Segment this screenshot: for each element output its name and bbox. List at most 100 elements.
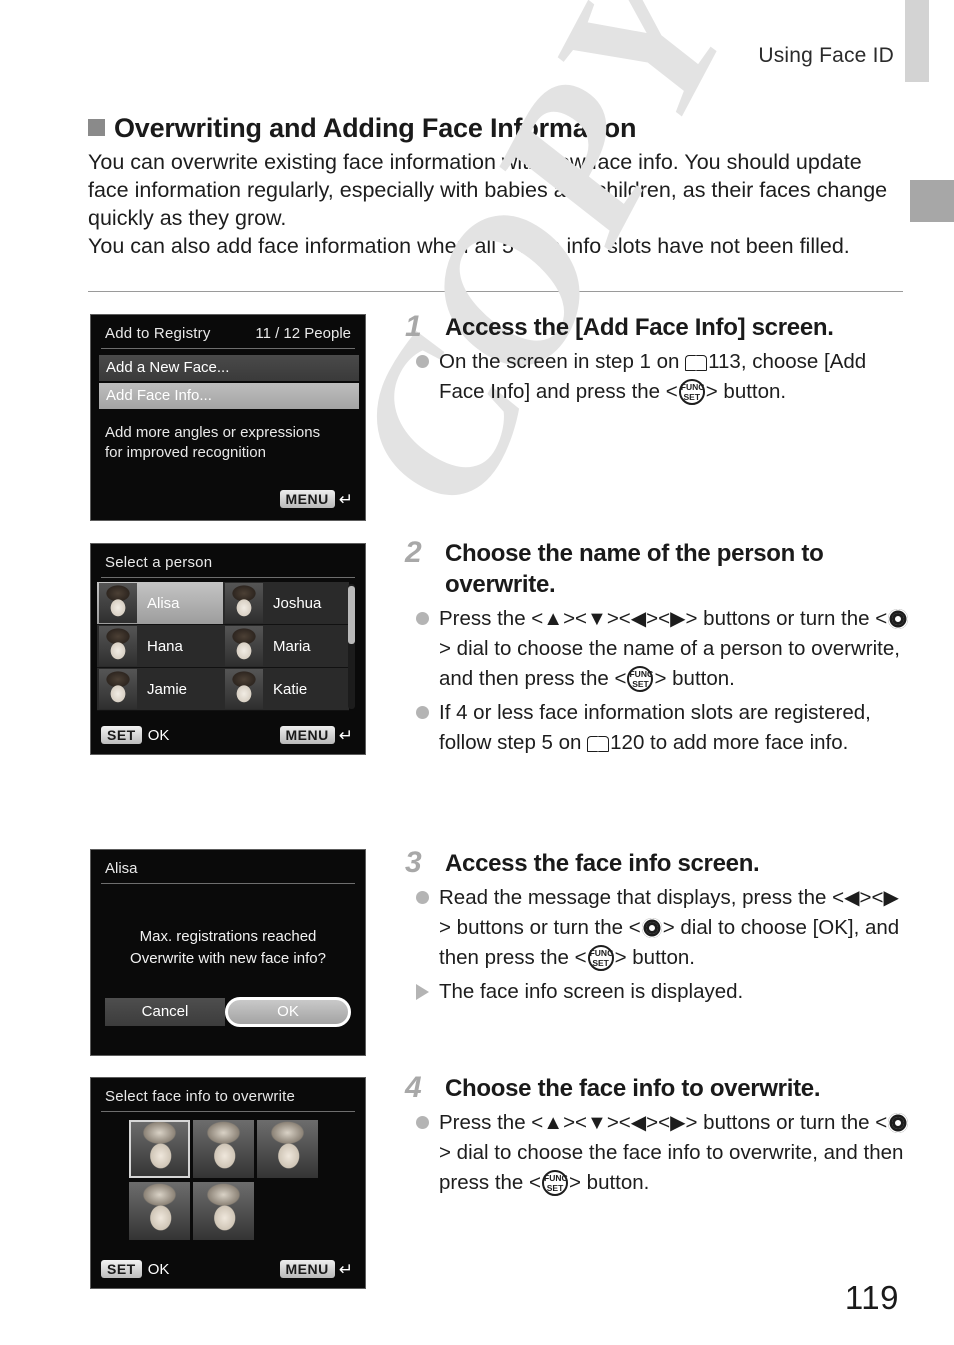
menu-badge-label: MENU bbox=[279, 1260, 335, 1278]
person-name: Alisa bbox=[147, 594, 180, 612]
set-badge[interactable]: SET OK bbox=[101, 726, 169, 744]
person-cell-maria[interactable]: Maria bbox=[223, 625, 349, 668]
heading-square-icon bbox=[88, 119, 105, 136]
cancel-button[interactable]: Cancel bbox=[105, 998, 225, 1026]
control-dial-icon bbox=[641, 918, 662, 938]
section-heading: Overwriting and Adding Face Information bbox=[88, 115, 636, 142]
step-3-bullets: Read the message that displays, press th… bbox=[405, 883, 910, 1007]
bullet-item: Read the message that displays, press th… bbox=[405, 883, 910, 973]
bullet-text-part: >< bbox=[563, 1111, 588, 1134]
bullet-item: Press the <▲><▼><◀><▶> buttons or turn t… bbox=[405, 1108, 910, 1198]
arrow-left-icon: ◀ bbox=[844, 887, 860, 909]
screen-title: Add to Registry bbox=[105, 325, 211, 342]
section-divider bbox=[88, 291, 903, 292]
bullet-text-part: > buttons or turn the < bbox=[439, 916, 641, 939]
bullet-text-part: > buttons or turn the < bbox=[685, 607, 888, 630]
bullet-text-part: > button. bbox=[705, 380, 787, 403]
person-thumbnail bbox=[225, 669, 263, 709]
func-set-icon: FUNC SET bbox=[627, 666, 654, 692]
edge-tab-dark bbox=[910, 180, 954, 222]
set-badge-label: SET bbox=[101, 1260, 142, 1278]
manual-page: Using Face ID COPY Overwriting and Addin… bbox=[0, 0, 954, 1345]
person-cell-alisa[interactable]: Alisa bbox=[97, 582, 223, 625]
person-name: Joshua bbox=[273, 594, 322, 612]
bullet-text-part: 120 to add more face info. bbox=[610, 731, 849, 754]
bullet-item: On the screen in step 1 on 113, choose [… bbox=[405, 347, 910, 407]
person-cell-jamie[interactable]: Jamie bbox=[97, 668, 223, 711]
set-badge-label: SET bbox=[101, 726, 142, 744]
func-label: FUNC bbox=[680, 382, 705, 392]
screen-title: Select a person bbox=[105, 554, 213, 571]
bullet-item: Press the <▲><▼><◀><▶> buttons or turn t… bbox=[405, 604, 910, 694]
screen-divider bbox=[101, 883, 355, 884]
arrow-down-icon: ▼ bbox=[587, 608, 607, 630]
screen-title: Select face info to overwrite bbox=[105, 1088, 296, 1105]
menu-item-add-face-info[interactable]: Add Face Info... bbox=[99, 383, 359, 409]
confirm-message-line-1: Max. registrations reached bbox=[139, 928, 317, 945]
set-label: SET bbox=[592, 958, 609, 968]
result-triangle-icon bbox=[416, 984, 429, 1000]
arrow-left-icon: ◀ bbox=[630, 1112, 647, 1134]
bullet-text-part: On the screen in step 1 on bbox=[439, 350, 686, 373]
intro-paragraph-1: You can overwrite existing face informat… bbox=[88, 150, 888, 230]
func-label: FUNC bbox=[629, 669, 654, 679]
set-badge[interactable]: SET OK bbox=[101, 1260, 169, 1278]
screen-description: Add more angles or expressions for impro… bbox=[105, 423, 320, 463]
set-badge-action: OK bbox=[147, 726, 170, 744]
step-number: 1 bbox=[405, 310, 422, 343]
face-info-thumbnail[interactable] bbox=[129, 1182, 190, 1240]
menu-item-add-new-face[interactable]: Add a New Face... bbox=[99, 355, 359, 381]
return-arrow-icon: ↵ bbox=[338, 725, 353, 745]
bullet-text: Press the <▲><▼><◀><▶> buttons or turn t… bbox=[439, 1108, 910, 1198]
person-cell-hana[interactable]: Hana bbox=[97, 625, 223, 668]
menu-badge-label: MENU bbox=[279, 726, 335, 744]
func-set-icon: FUNC SET bbox=[587, 945, 614, 971]
step-title: Access the [Add Face Info] screen. bbox=[445, 314, 834, 341]
menu-badge[interactable]: MENU ↵ bbox=[279, 1259, 353, 1279]
step-4-heading: 4 Choose the face info to overwrite. bbox=[405, 1073, 910, 1104]
return-arrow-icon: ↵ bbox=[338, 489, 353, 509]
person-name: Jamie bbox=[147, 680, 188, 698]
menu-badge[interactable]: MENU ↵ bbox=[279, 725, 353, 745]
person-thumbnail bbox=[99, 669, 137, 709]
face-info-thumbnail[interactable] bbox=[193, 1182, 254, 1240]
screen-divider bbox=[101, 348, 355, 349]
description-line-2: for improved recognition bbox=[105, 444, 266, 461]
step-2-bullets: Press the <▲><▼><◀><▶> buttons or turn t… bbox=[405, 604, 910, 758]
bullet-dot-icon bbox=[416, 612, 429, 625]
bullet-dot-icon bbox=[416, 891, 429, 904]
person-name: Katie bbox=[273, 680, 308, 698]
menu-badge[interactable]: MENU ↵ bbox=[279, 489, 353, 509]
bullet-dot-icon bbox=[416, 1116, 429, 1129]
arrow-up-icon: ▲ bbox=[543, 1112, 564, 1134]
bullet-text-part: >< bbox=[646, 1111, 671, 1134]
bullet-dot-icon bbox=[416, 706, 429, 719]
book-icon bbox=[685, 355, 708, 371]
face-info-thumbnail[interactable] bbox=[193, 1120, 254, 1178]
page-number: 119 bbox=[844, 1279, 899, 1316]
bullet-item: If 4 or less face information slots are … bbox=[405, 698, 910, 758]
person-cell-katie[interactable]: Katie bbox=[223, 668, 349, 711]
arrow-right-icon: ▶ bbox=[670, 1112, 686, 1134]
bullet-text-part: Read the message that displays, press th… bbox=[439, 886, 845, 909]
person-name: Hana bbox=[147, 637, 183, 655]
face-info-thumbnail[interactable] bbox=[257, 1120, 318, 1178]
screen-title: Alisa bbox=[105, 860, 138, 877]
return-arrow-icon: ↵ bbox=[338, 1259, 353, 1279]
confirm-message-line-2: Overwrite with new face info? bbox=[130, 950, 326, 967]
vertical-scrollbar[interactable] bbox=[348, 584, 355, 709]
bullet-text: If 4 or less face information slots are … bbox=[439, 698, 910, 758]
ok-button[interactable]: OK bbox=[225, 997, 351, 1027]
set-badge-action: OK bbox=[147, 1260, 170, 1278]
screenshot-select-person: Select a person Alisa Joshua Hana Maria … bbox=[90, 543, 366, 755]
func-label: FUNC bbox=[544, 1173, 568, 1183]
screenshot-select-face-info: Select face info to overwrite SET OK MEN… bbox=[90, 1077, 366, 1289]
set-label: SET bbox=[546, 1183, 564, 1193]
person-cell-joshua[interactable]: Joshua bbox=[223, 582, 349, 625]
face-info-grid bbox=[129, 1120, 329, 1244]
step-title: Access the face info screen. bbox=[445, 850, 760, 877]
func-set-icon: FUNC SET bbox=[678, 379, 705, 405]
bullet-text-part: Press the < bbox=[439, 1111, 544, 1134]
person-thumbnail bbox=[99, 583, 137, 623]
face-info-thumbnail[interactable] bbox=[129, 1120, 190, 1178]
